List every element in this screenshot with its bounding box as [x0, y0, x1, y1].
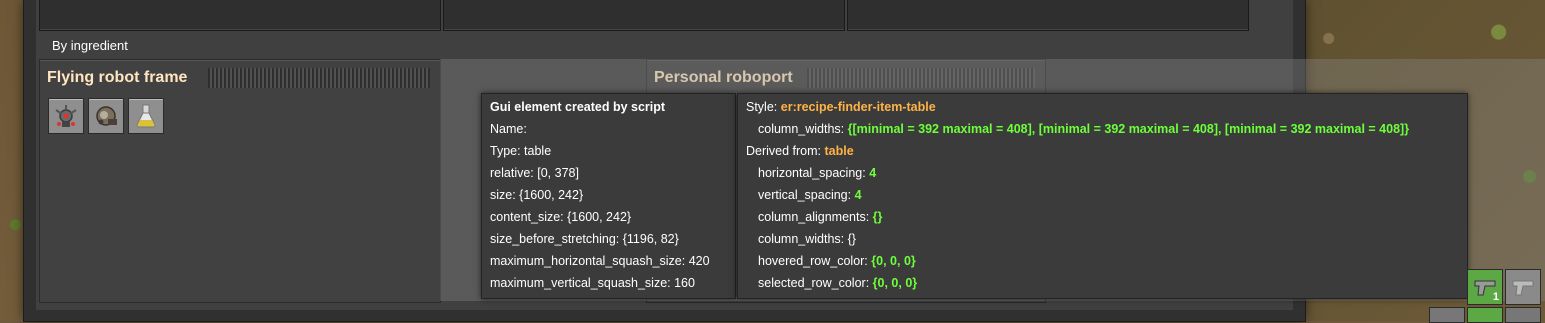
style-prop: vertical_spacing: 4: [758, 188, 862, 202]
item-slot-flying-robot-frame[interactable]: [48, 98, 84, 134]
style-prop: selected_row_color: {0, 0, 0}: [758, 276, 917, 290]
style-prop: column_widths: {}: [758, 232, 856, 246]
prop-key: selected_row_color:: [758, 276, 870, 290]
quickbar-slot-2[interactable]: [1505, 269, 1541, 305]
info-line: Name:: [490, 122, 527, 136]
prop-key: column_alignments:: [758, 210, 870, 224]
recipe-card-flying-robot-frame: Flying robot frame: [39, 59, 441, 303]
quickbar-slot-pistol[interactable]: 1: [1467, 269, 1503, 305]
item-slot-electric-engine[interactable]: [88, 98, 124, 134]
top-cell-2[interactable]: [443, 0, 845, 31]
gui-element-info-tooltip: Gui element created by script Name: Type…: [481, 93, 736, 299]
prop-value: 4: [854, 188, 862, 202]
prop-value: {}: [872, 210, 883, 224]
derived-value: table: [824, 144, 854, 158]
top-cell-1[interactable]: [39, 0, 441, 31]
prop-key: horizontal_spacing:: [758, 166, 866, 180]
item-slot-lubricant[interactable]: [128, 98, 164, 134]
style-label: Style:: [746, 100, 778, 114]
prop-value: 4: [869, 166, 877, 180]
lubricant-flask-icon: [136, 104, 156, 128]
info-line: maximum_vertical_squash_size: 160: [490, 276, 695, 290]
column-widths-label: column_widths:: [758, 122, 845, 136]
prop-key: hovered_row_color:: [758, 254, 868, 268]
info-line: size: {1600, 242}: [490, 188, 584, 202]
info-line: size_before_stretching: {1196, 82}: [490, 232, 679, 246]
pistol-ghost-icon: [1512, 280, 1534, 296]
prop-key: vertical_spacing:: [758, 188, 852, 202]
tooltip-title: Gui element created by script: [490, 100, 666, 114]
style-info-tooltip: Style: er:recipe-finder-item-table colum…: [737, 93, 1468, 299]
info-line: Type: table: [490, 144, 552, 158]
style-value: er:recipe-finder-item-table: [780, 100, 936, 114]
prop-value: {0, 0, 0}: [871, 254, 916, 268]
info-line: maximum_horizontal_squash_size: 420: [490, 254, 710, 268]
style-prop: horizontal_spacing: 4: [758, 166, 876, 180]
flying-robot-frame-icon: [55, 105, 77, 127]
column-widths-line: column_widths: {[minimal = 392 maximal =…: [758, 122, 1409, 136]
info-line: relative: [0, 378]: [490, 166, 579, 180]
style-prop: column_alignments: {}: [758, 210, 882, 224]
electric-engine-icon: [96, 106, 117, 126]
column-widths-value: {[minimal = 392 maximal = 408], [minimal…: [847, 122, 1410, 136]
info-line: content_size: {1600, 242}: [490, 210, 632, 224]
derived-label: Derived from:: [746, 144, 822, 158]
top-cell-3[interactable]: [847, 0, 1249, 31]
pistol-count: 1: [1492, 291, 1499, 303]
style-prop: hovered_row_color: {0, 0, 0}: [758, 254, 916, 268]
drag-handle[interactable]: [208, 68, 430, 88]
prop-value: {0, 0, 0}: [872, 276, 918, 290]
style-line: Style: er:recipe-finder-item-table: [746, 100, 936, 114]
prop-key: column_widths: {}: [758, 232, 856, 246]
card-title: Flying robot frame: [47, 69, 188, 86]
section-label: By ingredient: [52, 38, 128, 53]
derived-line: Derived from: table: [746, 144, 854, 158]
